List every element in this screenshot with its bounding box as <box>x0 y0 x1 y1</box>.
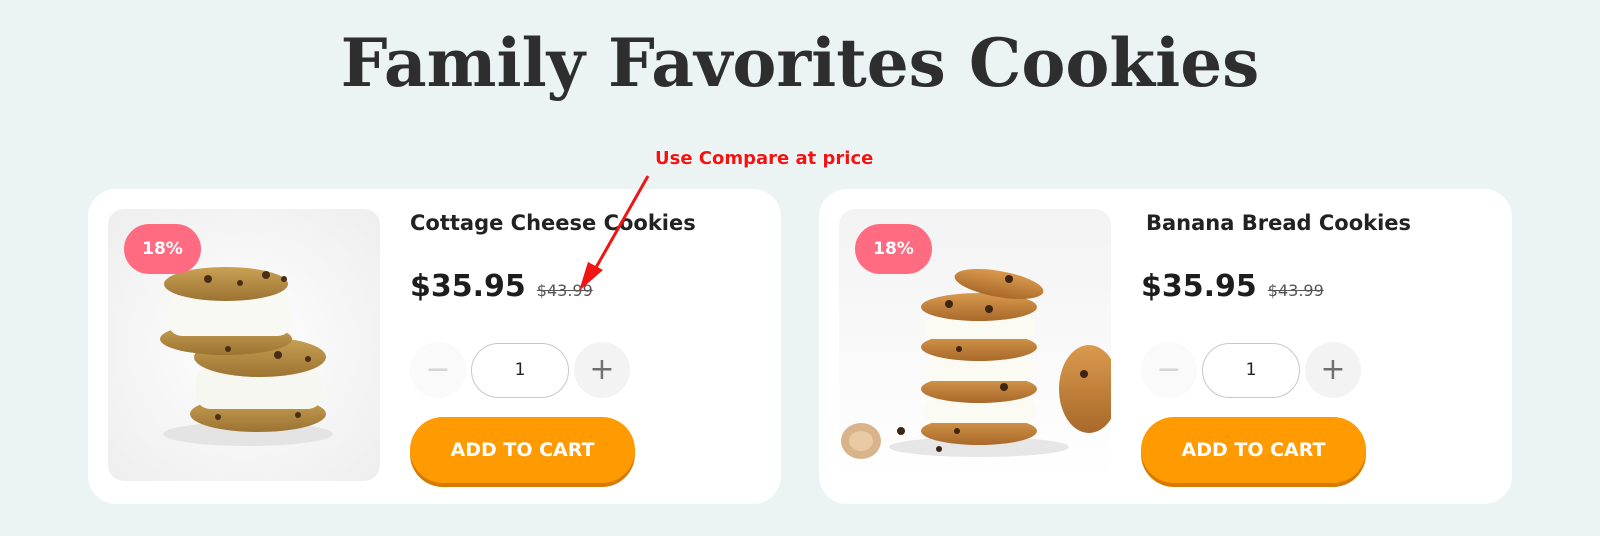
page-title: Family Favorites Cookies <box>340 24 1260 102</box>
annotation-label: Use Compare at price <box>655 148 874 169</box>
add-to-cart-button[interactable]: ADD TO CART <box>1141 417 1366 483</box>
product-title[interactable]: Banana Bread Cookies <box>1146 211 1411 235</box>
price-row: $35.95 $43.99 <box>410 269 593 304</box>
minus-icon[interactable]: − <box>410 342 466 398</box>
minus-icon[interactable]: − <box>1141 342 1197 398</box>
plus-icon[interactable]: + <box>1305 342 1361 398</box>
sale-price: $35.95 <box>1141 269 1257 304</box>
plus-icon[interactable]: + <box>574 342 630 398</box>
compare-at-price: $43.99 <box>536 281 593 300</box>
sale-price: $35.95 <box>410 269 526 304</box>
quantity-stepper: − + <box>1141 342 1361 398</box>
discount-badge: 18% <box>124 224 201 274</box>
price-row: $35.95 $43.99 <box>1141 269 1324 304</box>
product-image-banana-bread[interactable]: 18% <box>839 209 1111 481</box>
product-card-cottage-cheese: 18% Cottage Cheese Cookies $35.95 $43.99… <box>88 189 781 504</box>
quantity-input[interactable] <box>1202 342 1300 398</box>
product-image-cottage-cheese[interactable]: 18% <box>108 209 380 481</box>
product-title[interactable]: Cottage Cheese Cookies <box>410 211 696 235</box>
quantity-input[interactable] <box>471 342 569 398</box>
quantity-stepper: − + <box>410 342 630 398</box>
compare-at-price: $43.99 <box>1267 281 1324 300</box>
discount-badge: 18% <box>855 224 932 274</box>
add-to-cart-button[interactable]: ADD TO CART <box>410 417 635 483</box>
product-card-banana-bread: 18% Banana Bread Cookies $35.95 $43.99 −… <box>819 189 1512 504</box>
